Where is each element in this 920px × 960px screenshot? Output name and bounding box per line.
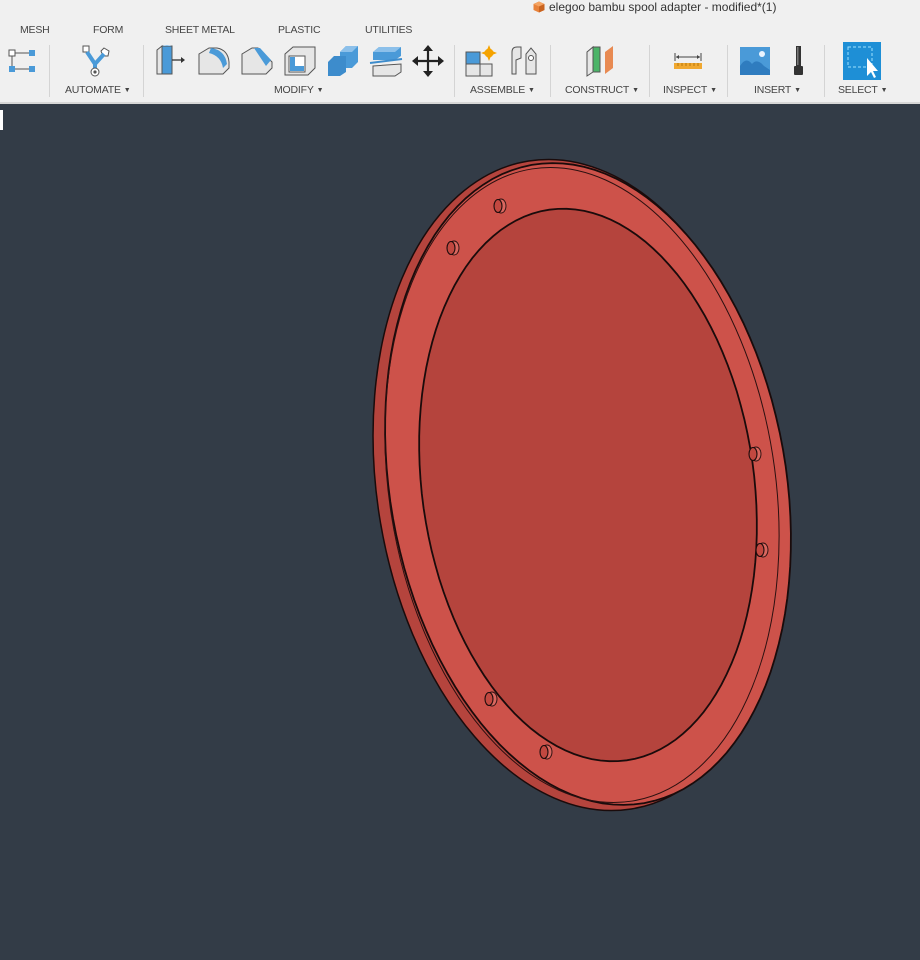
3d-viewport[interactable] [0,104,920,960]
sketch-dimension-tool[interactable] [5,44,39,78]
mounting-hole [446,240,460,256]
combine-tool[interactable] [326,44,360,78]
insert-mcmaster-tool[interactable] [782,44,816,78]
assemble-label: ASSEMBLE [470,84,526,96]
assemble-menu[interactable]: ASSEMBLE ▼ [470,84,535,96]
separator [727,45,728,97]
tab-utilities[interactable]: UTILITIES [365,24,412,36]
model-canvas[interactable] [0,104,920,960]
caret-down-icon: ▼ [880,87,888,94]
joint-tool[interactable] [507,44,541,78]
joint-icon [511,46,537,75]
mounting-hole [539,744,553,760]
tab-mesh[interactable]: MESH [20,24,50,36]
split-body-tool[interactable] [369,44,403,78]
inspect-menu[interactable]: INSPECT ▼ [663,84,717,96]
mounting-hole [493,198,507,214]
caret-down-icon: ▼ [710,87,717,94]
separator [454,45,455,97]
mounting-hole [748,446,762,462]
shell-icon [284,46,316,76]
fillet-icon [198,47,230,75]
measure-icon [674,53,702,69]
automate-icon [82,45,110,77]
caret-down-icon: ▼ [123,87,131,94]
document-title-text: elegoo bambu spool adapter - modified*(1… [549,0,777,14]
press-pull-tool[interactable] [154,44,188,78]
image-icon [740,47,770,75]
fillet-tool[interactable] [197,44,231,78]
bolt-icon [794,46,803,75]
caret-down-icon: ▼ [528,87,535,94]
constraint-nodes-icon [8,49,35,72]
modify-menu[interactable]: MODIFY ▼ [274,84,324,96]
construct-label: CONSTRUCT [565,84,630,96]
caret-down-icon: ▼ [316,87,324,94]
new-component-icon [465,45,497,77]
tab-form[interactable]: FORM [93,24,123,36]
select-label: SELECT [838,84,878,96]
toolbar: elegoo bambu spool adapter - modified*(1… [0,0,920,104]
caret-down-icon: ▼ [632,87,639,94]
mounting-hole [755,542,769,558]
chamfer-icon [241,47,273,75]
separator [824,45,825,97]
insert-label: INSERT [754,84,792,96]
new-component-tool[interactable] [464,44,498,78]
separator [550,45,551,97]
document-title: elegoo bambu spool adapter - modified*(1… [533,0,776,14]
insert-canvas-tool[interactable] [738,44,772,78]
inspect-label: INSPECT [663,84,708,96]
tab-sheet-metal[interactable]: SHEET METAL [165,24,235,36]
split-body-icon [369,47,403,77]
mounting-hole [484,691,498,707]
insert-menu[interactable]: INSERT ▼ [754,84,801,96]
modify-label: MODIFY [274,84,314,96]
move-copy-tool[interactable] [411,44,445,78]
cube-icon [533,1,545,13]
caret-down-icon: ▼ [794,87,801,94]
tab-plastic[interactable]: PLASTIC [278,24,321,36]
select-tool[interactable] [843,42,881,80]
offset-plane-icon [586,45,613,77]
select-menu[interactable]: SELECT ▼ [838,84,888,96]
automate-tool[interactable] [79,44,113,78]
move-icon [412,45,444,77]
construct-menu[interactable]: CONSTRUCT ▼ [565,84,639,96]
select-icon [843,42,881,80]
spool-adapter-ring[interactable] [328,129,832,840]
automate-label: AUTOMATE [65,84,121,96]
separator [49,45,50,97]
combine-icon [328,46,358,76]
shell-tool[interactable] [283,44,317,78]
automate-menu[interactable]: AUTOMATE ▼ [65,84,131,96]
press-pull-icon [156,44,185,75]
measure-tool[interactable] [671,44,705,78]
viewport-cursor-marker [0,110,3,130]
chamfer-tool[interactable] [240,44,274,78]
offset-plane-tool[interactable] [583,44,617,78]
separator [649,45,650,97]
separator [143,45,144,97]
